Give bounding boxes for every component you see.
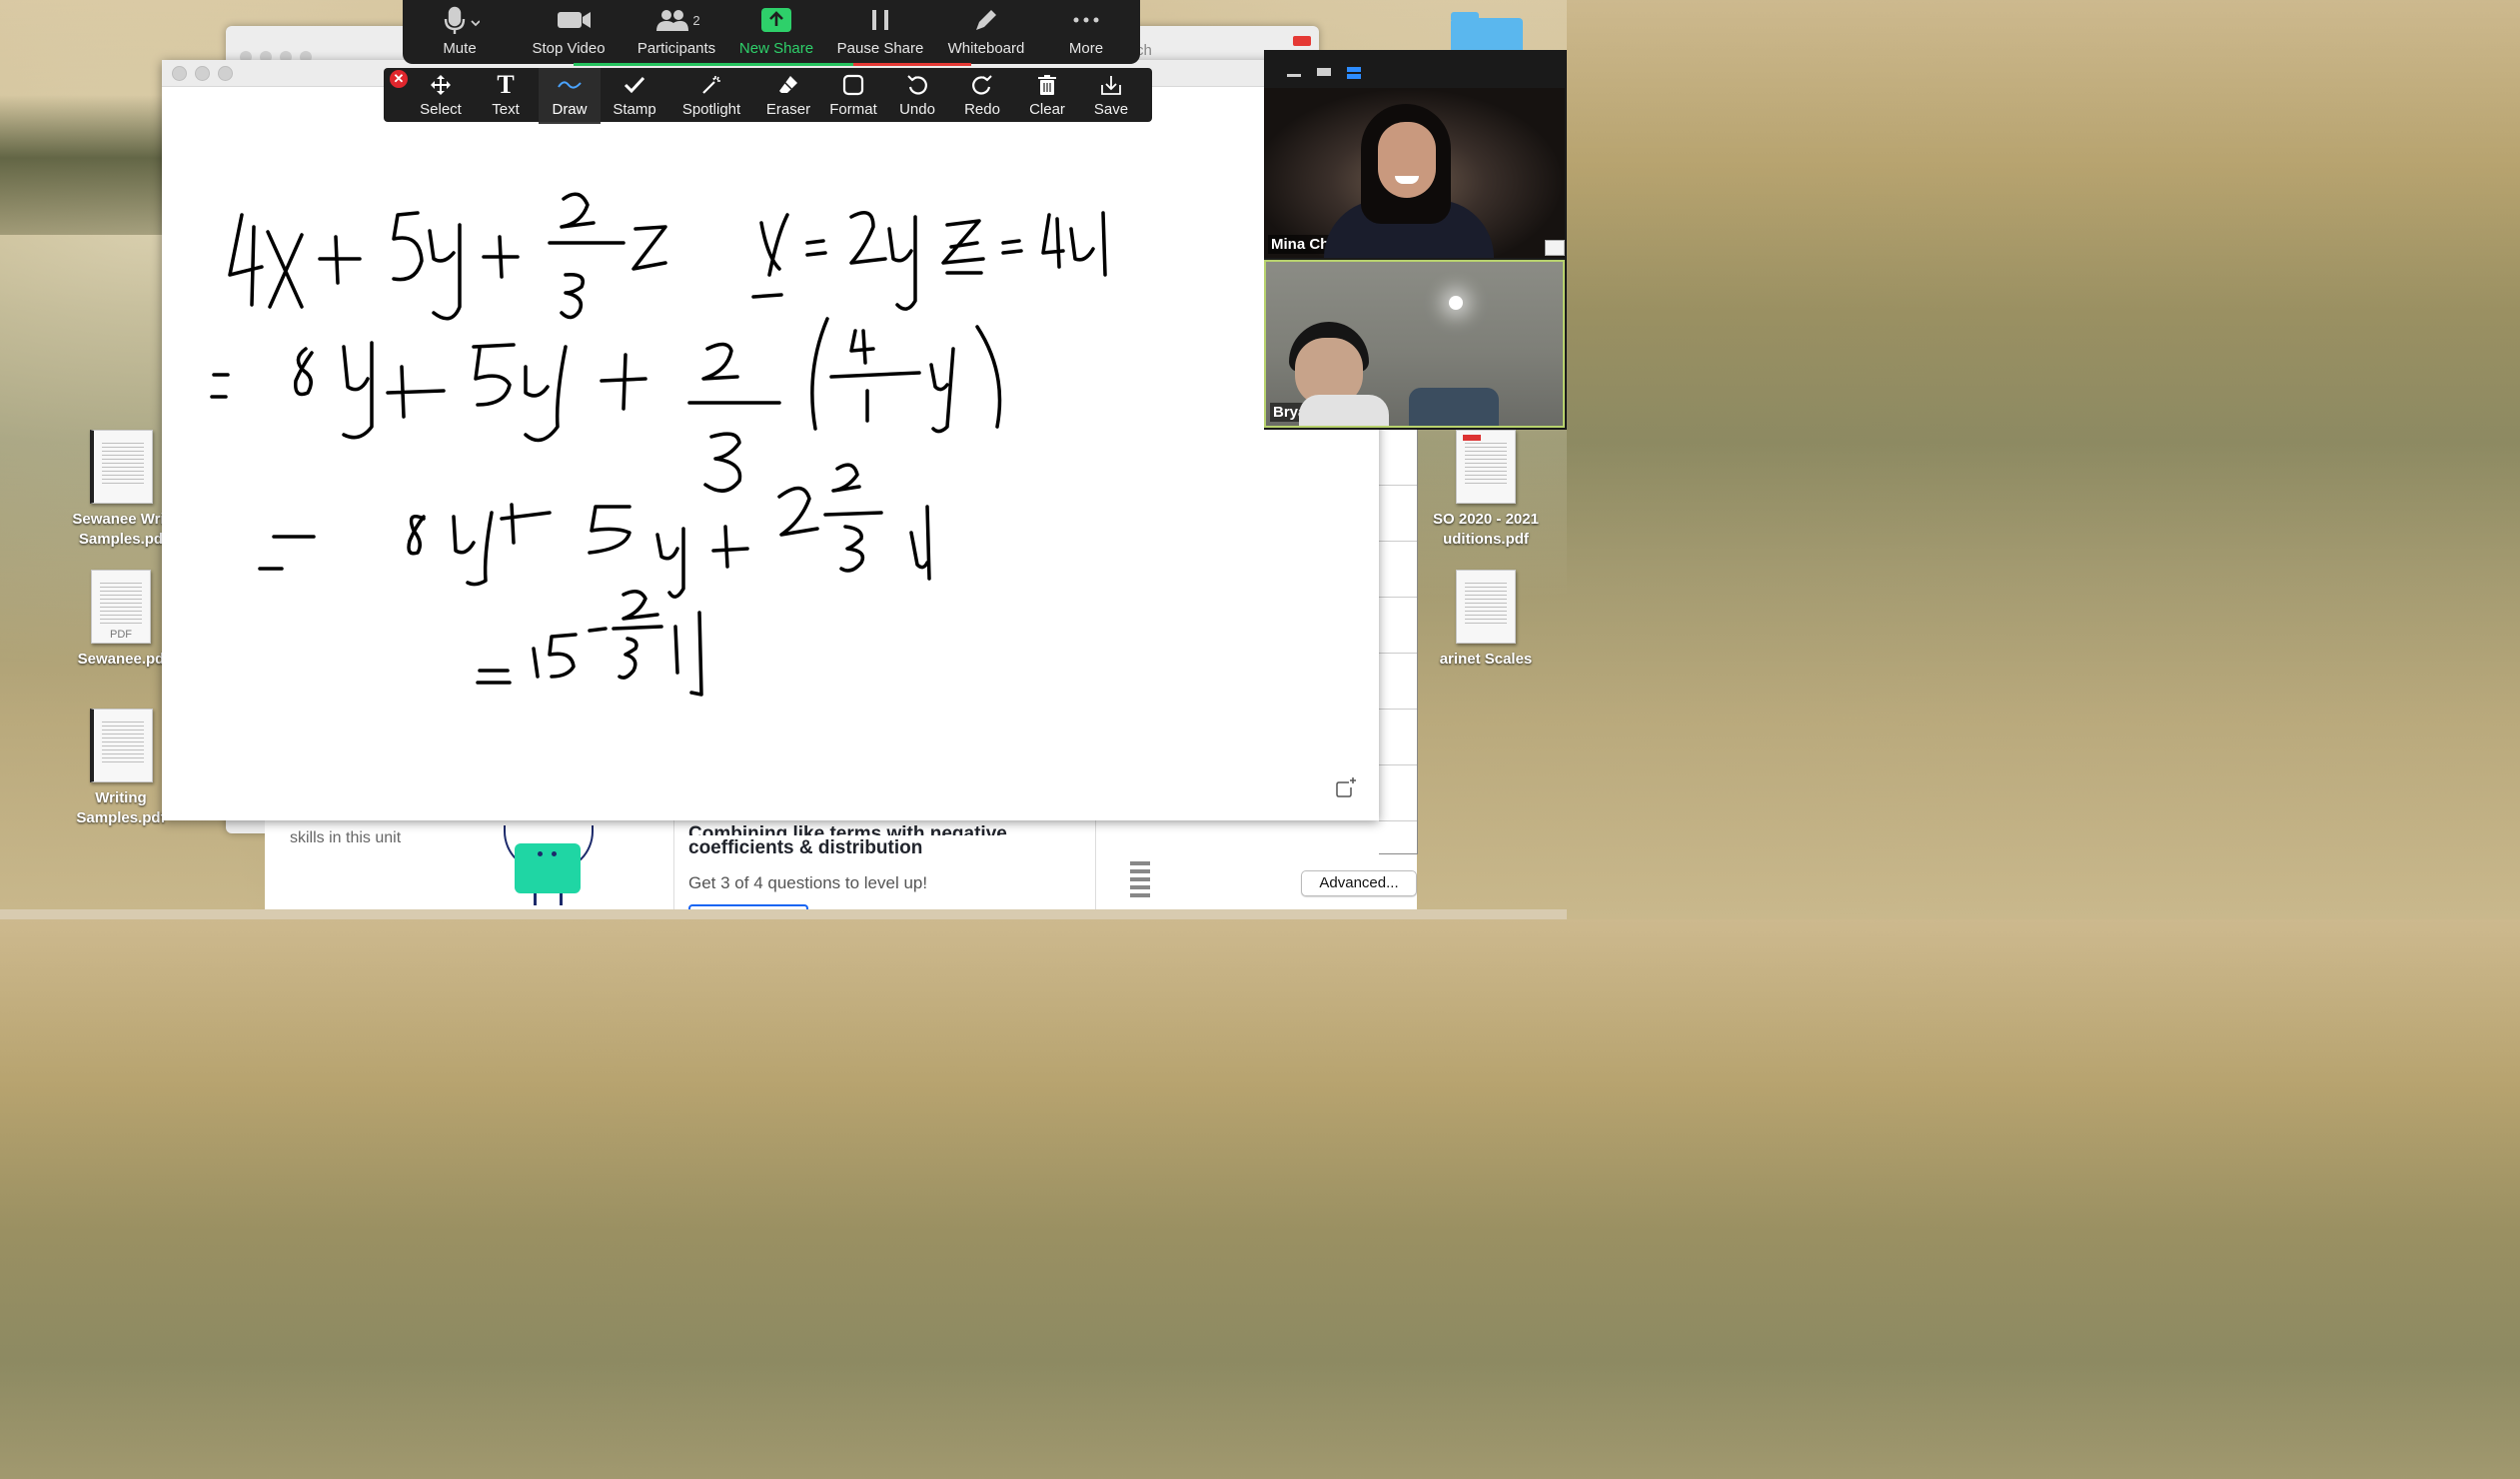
participants-label: Participants xyxy=(636,40,716,57)
wallpaper-trees xyxy=(0,95,170,235)
participants-button[interactable]: 2 Participants xyxy=(630,0,722,64)
undo-button[interactable]: Undo xyxy=(885,68,949,122)
text-t-icon: T xyxy=(497,70,515,99)
spotlight-tool-button[interactable]: Spotlight xyxy=(673,68,749,122)
handwriting-line-4 xyxy=(476,590,703,697)
redo-button[interactable]: Redo xyxy=(950,68,1014,122)
clear-button[interactable]: Clear xyxy=(1015,68,1079,122)
document-icon xyxy=(1456,430,1516,504)
dock[interactable] xyxy=(0,909,1567,919)
pencil-icon xyxy=(976,10,996,30)
video-panel-header[interactable] xyxy=(1264,50,1567,88)
move-arrows-icon xyxy=(431,75,451,95)
document-icon xyxy=(89,430,153,504)
format-label: Format xyxy=(829,101,877,118)
text-tool-button[interactable]: T Text xyxy=(474,68,538,122)
file-label-line1: SO 2020 - 2021 xyxy=(1433,511,1539,528)
save-button[interactable]: Save xyxy=(1079,68,1143,122)
skills-text: skills in this unit xyxy=(290,829,402,846)
draw-tool-button[interactable]: Draw xyxy=(539,68,601,124)
recording-camera-icon xyxy=(1293,36,1311,46)
pause-share-label: Pause Share xyxy=(836,40,924,57)
trash-icon xyxy=(1038,75,1056,95)
gallery-view-icon[interactable] xyxy=(1316,66,1332,78)
draw-label: Draw xyxy=(552,101,588,118)
exercise-subtitle: Get 3 of 4 questions to level up! xyxy=(688,873,928,892)
side-panel xyxy=(1379,430,1418,854)
file-label-line1: arinet Scales xyxy=(1439,651,1533,668)
more-label: More xyxy=(1068,40,1104,57)
stop-video-label: Stop Video xyxy=(532,40,606,57)
robot-mascot-icon xyxy=(504,825,594,905)
advanced-button[interactable]: Advanced... xyxy=(1301,870,1417,896)
pdf-document-icon: PDF xyxy=(91,570,151,644)
pause-icon xyxy=(872,10,888,30)
mute-label: Mute xyxy=(443,40,477,57)
select-tool-button[interactable]: Select xyxy=(409,68,473,122)
squiggle-line-icon xyxy=(558,81,582,89)
rounded-square-icon xyxy=(842,74,864,96)
more-button[interactable]: More xyxy=(1058,0,1114,64)
whiteboard-window xyxy=(162,60,1379,820)
exercise-title-text: coefficients & distribution xyxy=(688,837,923,858)
handwriting-line-2 xyxy=(210,317,1002,493)
camera-icon xyxy=(558,12,591,28)
undo-label: Undo xyxy=(899,101,935,118)
sheet-music-icon xyxy=(1456,570,1516,644)
close-window-button[interactable] xyxy=(172,66,187,81)
whiteboard-label: Whiteboard xyxy=(947,40,1025,57)
spotlight-label: Spotlight xyxy=(681,101,741,118)
undo-arrow-icon xyxy=(907,75,927,95)
redo-label: Redo xyxy=(964,101,1000,118)
folder-icon[interactable] xyxy=(1451,12,1523,52)
sharing-indicator-red xyxy=(853,63,971,66)
expand-corner-icon[interactable] xyxy=(1335,776,1357,798)
eraser-icon xyxy=(779,76,797,93)
share-up-arrow-icon xyxy=(761,8,791,32)
eraser-tool-button[interactable]: Eraser xyxy=(756,68,820,122)
mute-button[interactable]: Mute xyxy=(429,0,491,64)
document-icon xyxy=(89,709,153,782)
file-label-line2: uditions.pdf xyxy=(1443,531,1529,548)
save-label: Save xyxy=(1093,101,1129,118)
whiteboard-button[interactable]: Whiteboard xyxy=(942,0,1030,64)
text-label: Text xyxy=(492,101,520,118)
desktop-file-clarinet-scales[interactable]: arinet Scales xyxy=(1421,570,1551,670)
new-share-button[interactable]: New Share xyxy=(736,0,816,64)
handwriting-line-3 xyxy=(258,463,931,599)
ellipsis-icon xyxy=(1073,17,1099,23)
desktop-file-auditions[interactable]: SO 2020 - 2021 uditions.pdf xyxy=(1421,430,1551,550)
maximize-window-button[interactable] xyxy=(218,66,233,81)
stop-video-button[interactable]: Stop Video xyxy=(527,0,611,64)
select-label: Select xyxy=(420,101,462,118)
annotation-toolbar: Select T Text Draw Stamp Spotlight Erase… xyxy=(384,68,1152,124)
format-tool-button[interactable]: Format xyxy=(821,68,885,122)
magic-wand-icon xyxy=(702,76,720,94)
eraser-label: Eraser xyxy=(765,101,811,118)
handwriting-line-1 xyxy=(228,192,1107,321)
people-icon xyxy=(656,10,689,31)
pause-share-button[interactable]: Pause Share xyxy=(834,0,926,64)
close-annotation-icon[interactable]: ✕ xyxy=(390,70,408,88)
participants-count: 2 xyxy=(692,12,700,28)
sharing-indicator-green xyxy=(574,63,853,66)
minimize-video-icon[interactable] xyxy=(1286,66,1302,78)
redo-arrow-icon xyxy=(972,75,992,95)
exercise-title-partial: Combining like terms with negative xyxy=(688,823,1007,835)
zoom-meeting-toolbar: Mute Stop Video 2 Participants New Share… xyxy=(403,0,1140,64)
download-tray-icon xyxy=(1101,76,1121,95)
minimize-window-button[interactable] xyxy=(195,66,210,81)
microphone-icon xyxy=(444,6,480,34)
stamp-tool-button[interactable]: Stamp xyxy=(603,68,666,122)
progress-bars-icon xyxy=(1130,861,1150,901)
speaker-view-icon[interactable] xyxy=(1346,66,1362,80)
exercise-title[interactable]: Combining like terms with negative coeff… xyxy=(688,821,1088,861)
camera-thumbnail-icon xyxy=(1545,240,1565,256)
whiteboard-canvas[interactable] xyxy=(162,87,1379,820)
checkmark-icon xyxy=(624,76,645,94)
clear-label: Clear xyxy=(1029,101,1065,118)
new-share-label: New Share xyxy=(738,40,814,57)
stamp-label: Stamp xyxy=(613,101,656,118)
